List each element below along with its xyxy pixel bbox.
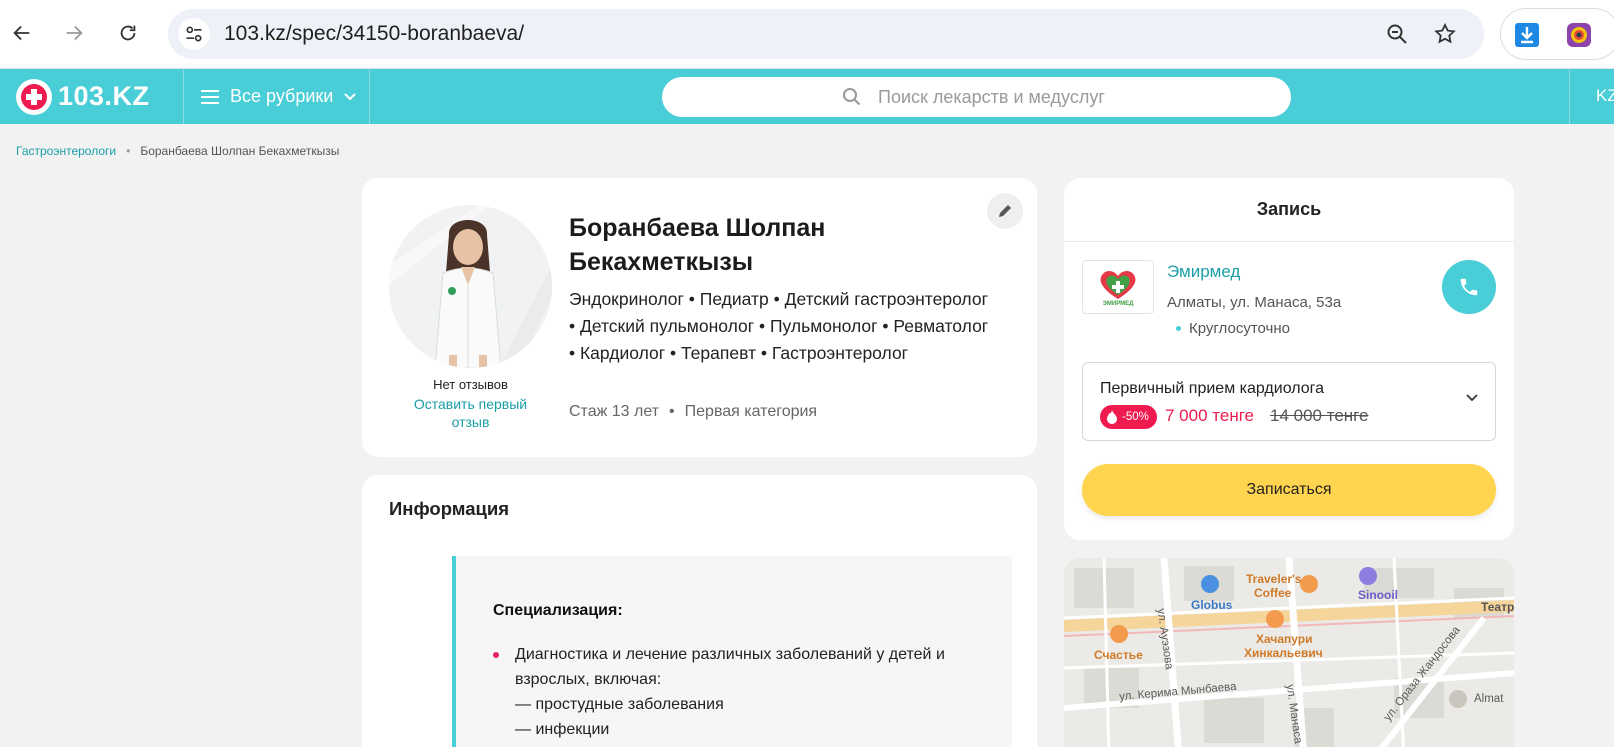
leave-review-link[interactable]: Оставить первый отзыв	[397, 395, 544, 431]
info-card: Информация Специализация: Диагностика и …	[362, 475, 1037, 747]
reload-icon	[120, 25, 136, 41]
site-info-button[interactable]	[178, 18, 210, 50]
doctor-avatar	[389, 205, 552, 368]
map-label-almaty: Almat	[1474, 693, 1504, 705]
clinic-address: Алматы, ул. Манаса, 53а	[1167, 294, 1342, 311]
doctor-category: Первая категория	[684, 403, 818, 420]
arrow-right-icon	[66, 25, 83, 41]
pencil-icon	[999, 205, 1011, 217]
language-switch[interactable]: KZ	[1596, 86, 1614, 106]
experience-separator: •	[669, 403, 675, 420]
logo[interactable]	[16, 79, 52, 115]
header-divider	[369, 69, 370, 124]
bookmark-button[interactable]	[1432, 21, 1458, 47]
edit-button[interactable]	[987, 193, 1023, 229]
status-dot	[1176, 326, 1181, 331]
download-icon	[1515, 23, 1539, 47]
booking-title: Запись	[1064, 178, 1514, 242]
info-list: Диагностика и лечение различных заболева…	[493, 642, 973, 742]
reload-button[interactable]	[112, 17, 144, 49]
address-bar[interactable]: 103.kz/spec/34150-boranbaeva/	[168, 9, 1484, 59]
chevron-down-icon	[344, 92, 357, 100]
menu-icon	[201, 89, 219, 104]
reviews-label: Нет отзывов	[433, 377, 508, 392]
map-label-sinooil: Sinooil	[1358, 588, 1398, 602]
price-new: 7 000 тенге	[1165, 406, 1254, 425]
header-divider	[183, 69, 184, 124]
price-old: 14 000 тенге	[1270, 406, 1369, 425]
star-icon	[1434, 22, 1456, 44]
doctor-photo	[389, 205, 552, 368]
download-extension[interactable]	[1513, 21, 1541, 49]
zoom-out-icon	[1387, 24, 1407, 44]
search-input[interactable]	[878, 77, 1278, 117]
clinic-hours: Круглосуточно	[1176, 320, 1290, 337]
service-name: Первичный прием кардиолога	[1100, 380, 1325, 397]
extensions-area	[1500, 8, 1614, 60]
info-subtitle: Специализация:	[493, 602, 623, 619]
info-title: Информация	[389, 498, 510, 519]
breadcrumb-separator: •	[126, 144, 131, 158]
doctor-name: Боранбаева Шолпан Бекахметкызы	[569, 214, 826, 276]
rubrics-menu-button[interactable]: Все рубрики	[200, 69, 357, 124]
clinic-logo[interactable]: ЭМИРМЕД	[1082, 260, 1154, 314]
breadcrumb-current: Боранбаева Шолпан Бекахметкызы	[140, 144, 340, 158]
map-label-khinkalevich: Хинкальевич	[1244, 646, 1323, 660]
url-text[interactable]: 103.kz/spec/34150-boranbaeva/	[224, 22, 524, 46]
discount-badge: -50%	[1100, 405, 1157, 429]
search-icon	[843, 88, 861, 106]
clinic-hours-text: Круглосуточно	[1189, 320, 1290, 337]
map-label-globus: Globus	[1191, 598, 1233, 612]
booking-card: Запись ЭМИРМЕД Эмирмед Алматы, ул. Манас…	[1064, 178, 1514, 540]
map-label-coffee: Coffee	[1254, 586, 1292, 600]
list-bullet	[493, 652, 499, 658]
fire-icon	[1107, 410, 1117, 424]
list-item: Диагностика и лечение различных заболева…	[515, 646, 945, 688]
experience-years: Стаж 13 лет	[569, 403, 660, 420]
header-divider	[1569, 69, 1570, 124]
doctor-specialties: Эндокринолог • Педиатр • Детский гастроэ…	[569, 289, 989, 363]
search-box[interactable]	[662, 77, 1291, 117]
doctor-experience: Стаж 13 лет • Первая категория	[569, 403, 817, 421]
color-picker-icon	[1567, 23, 1591, 47]
clinic-map[interactable]: Globus Traveler's Coffee Sinooil Театр С…	[1064, 558, 1514, 747]
list-subitem: — простудные заболевания	[515, 696, 724, 713]
breadcrumb-parent-link[interactable]: Гастроэнтерологи	[16, 144, 116, 158]
doctor-profile-card: Нет отзывов Оставить первый отзыв Боранб…	[362, 178, 1037, 457]
logo-text[interactable]: 103.KZ	[58, 81, 150, 112]
call-button[interactable]	[1442, 260, 1496, 314]
site-header: 103.KZ Все рубрики KZ	[0, 69, 1614, 124]
heart-logo-icon	[1100, 270, 1136, 299]
forward-button[interactable]	[58, 17, 90, 49]
arrow-left-icon	[13, 25, 30, 41]
map-label-schastye: Счастье	[1094, 648, 1143, 662]
map-label-travelers: Traveler's	[1246, 572, 1302, 586]
phone-icon	[1460, 278, 1478, 296]
info-block: Специализация: Диагностика и лечение раз…	[452, 556, 1012, 747]
discount-text: -50%	[1122, 411, 1149, 423]
browser-toolbar: 103.kz/spec/34150-boranbaeva/	[0, 0, 1614, 69]
clinic-logo-text: ЭМИРМЕД	[1102, 301, 1134, 307]
color-extension[interactable]	[1565, 21, 1593, 49]
rubrics-label: Все рубрики	[230, 86, 334, 106]
map-label-khachapuri: Хачапури	[1256, 632, 1313, 646]
breadcrumb: Гастроэнтерологи • Боранбаева Шолпан Бек…	[16, 144, 339, 158]
back-button[interactable]	[6, 17, 38, 49]
medical-cross-icon	[21, 84, 47, 110]
chevron-down-icon	[1466, 394, 1478, 402]
map-label-teatr: Театр	[1481, 600, 1514, 614]
service-select[interactable]: Первичный прием кардиолога -50% 7 000 те…	[1082, 362, 1496, 441]
zoom-button[interactable]	[1384, 21, 1410, 47]
tune-icon	[186, 26, 202, 42]
list-subitem: — инфекции	[515, 721, 610, 738]
clinic-name-link[interactable]: Эмирмед	[1167, 262, 1240, 282]
book-button[interactable]: Записаться	[1082, 464, 1496, 516]
